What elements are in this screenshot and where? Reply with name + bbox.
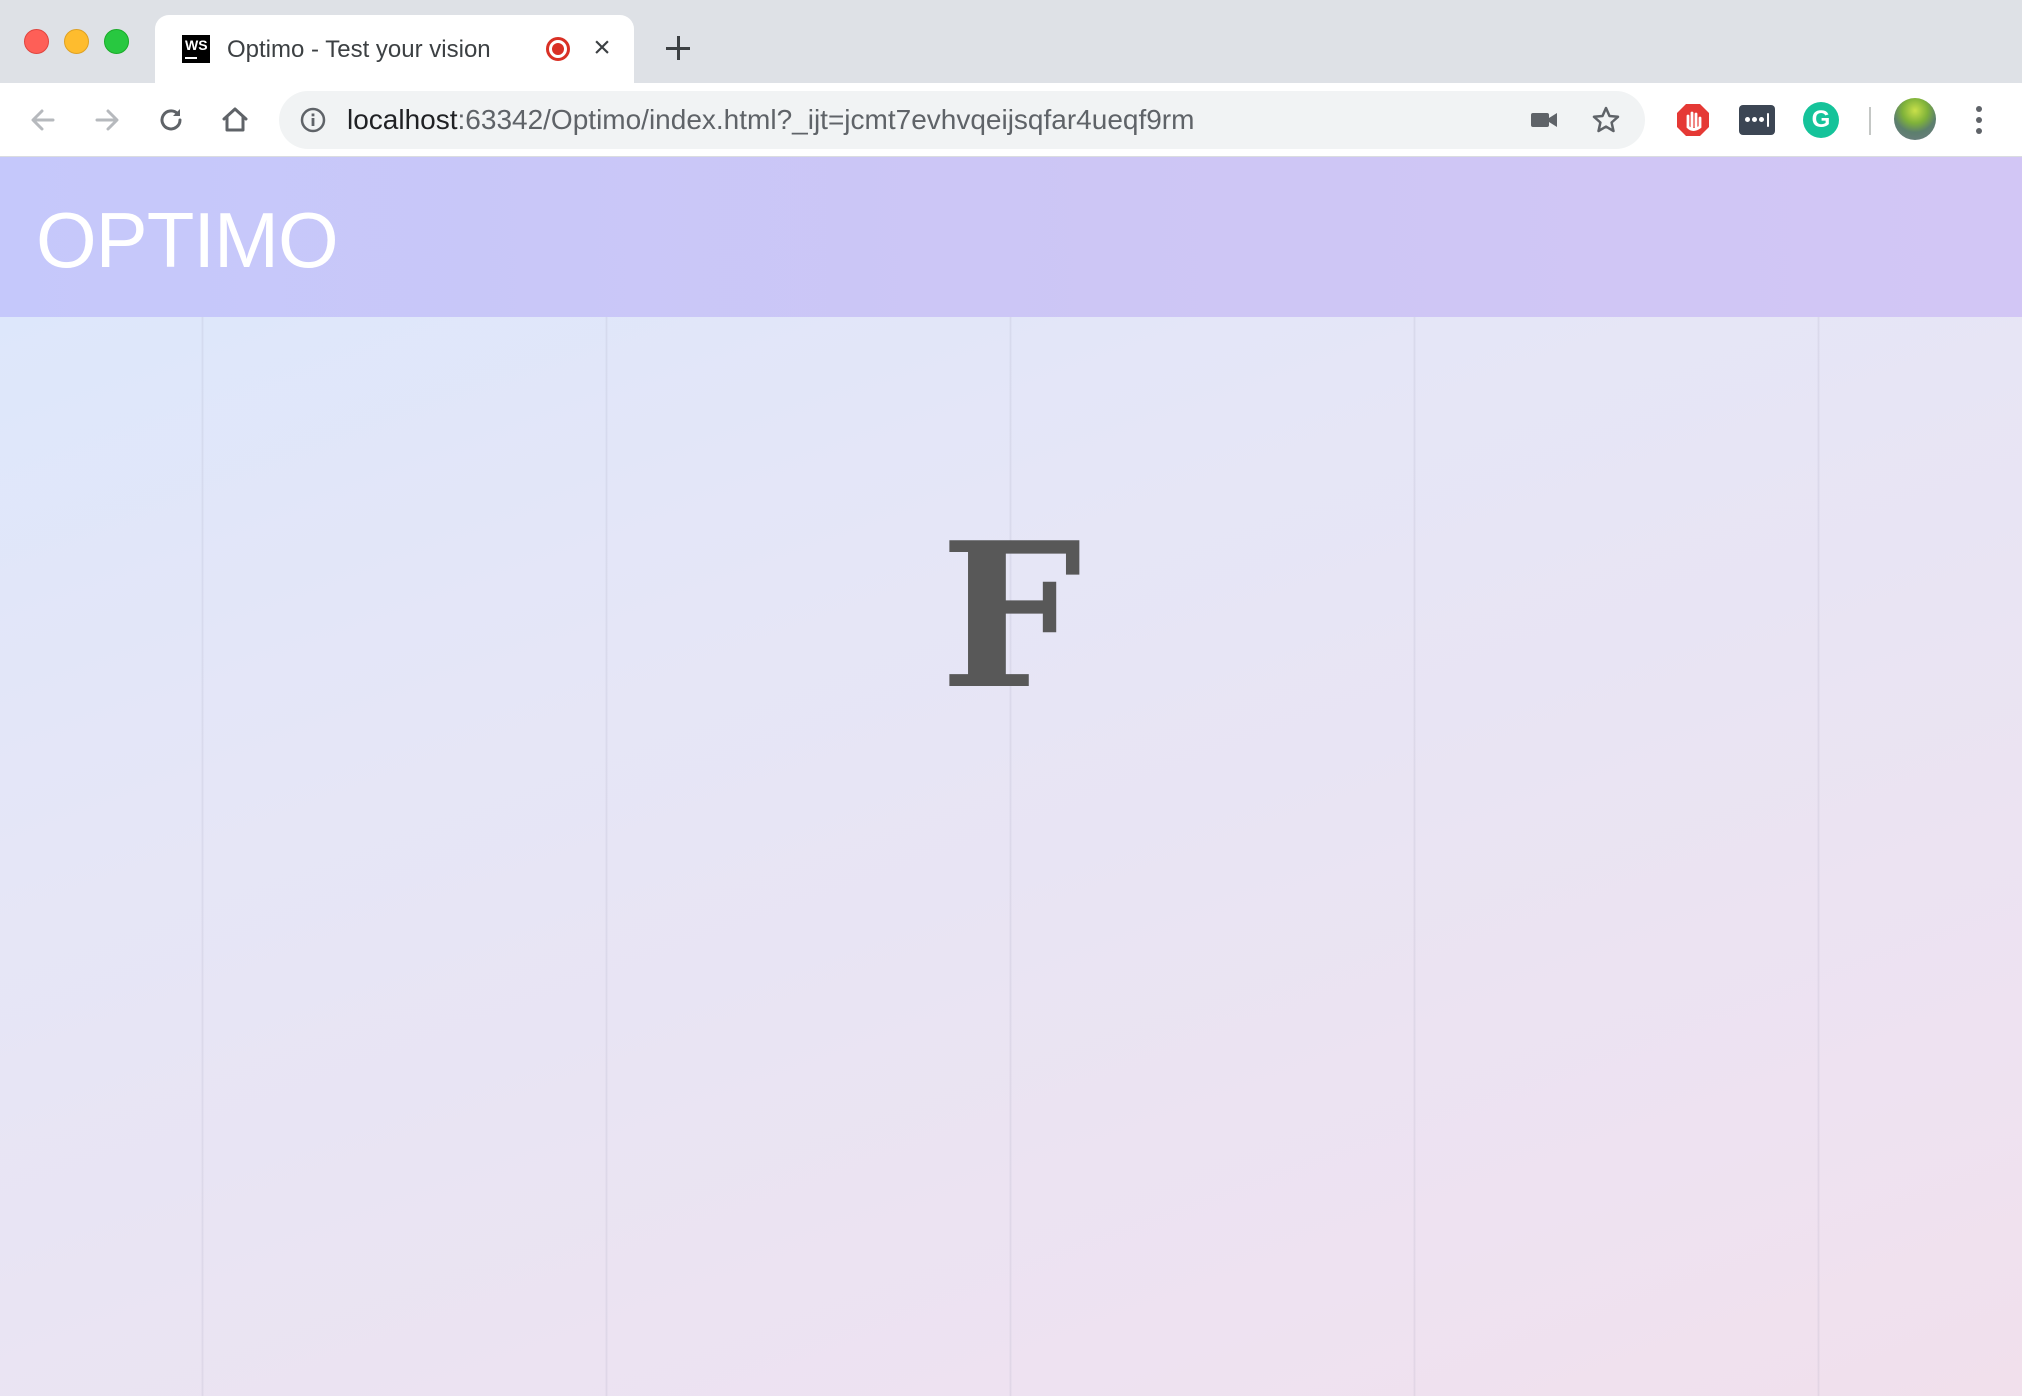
lastpass-dot — [1752, 117, 1757, 122]
grammarly-icon[interactable]: G — [1803, 102, 1839, 138]
record-icon — [546, 37, 570, 61]
menu-dot — [1976, 117, 1982, 123]
lastpass-bar — [1767, 113, 1769, 127]
reload-icon[interactable] — [151, 100, 191, 140]
url-text[interactable]: localhost:63342/Optimo/index.html?_ijt=j… — [347, 104, 1194, 136]
plus-icon[interactable] — [660, 30, 696, 66]
lastpass-dot — [1759, 117, 1764, 122]
site-logo[interactable]: OPTIMO — [36, 197, 339, 283]
url-host: localhost — [347, 104, 458, 135]
column-divider — [1817, 317, 1820, 1396]
tab-title: Optimo - Test your vision — [227, 36, 491, 63]
back-arrow-icon[interactable] — [23, 100, 63, 140]
url-path: :63342/Optimo/index.html?_ijt=jcmt7evhvq… — [457, 104, 1195, 135]
browser-toolbar: localhost:63342/Optimo/index.html?_ijt=j… — [0, 83, 2022, 157]
lastpass-icon[interactable] — [1739, 105, 1775, 135]
star-icon[interactable] — [1591, 105, 1621, 135]
kebab-menu-icon[interactable] — [1964, 102, 1994, 138]
menu-dot — [1976, 106, 1982, 112]
menu-dot — [1976, 128, 1982, 134]
site-header: OPTIMO — [0, 157, 2022, 317]
grammarly-letter: G — [1811, 106, 1831, 133]
home-icon[interactable] — [215, 100, 255, 140]
column-divider — [1009, 317, 1012, 1396]
tab-strip: WS Optimo - Test your vision × — [0, 0, 2022, 83]
column-divider — [605, 317, 608, 1396]
toolbar-divider — [1869, 107, 1871, 135]
maximize-window-button[interactable] — [104, 29, 129, 54]
forward-arrow-icon[interactable] — [87, 100, 127, 140]
close-window-button[interactable] — [24, 29, 49, 54]
page-viewport: OPTIMO F — [0, 157, 2022, 1396]
optotype-letter: F — [940, 499, 1082, 734]
camera-icon[interactable] — [1529, 107, 1559, 133]
column-divider — [1413, 317, 1416, 1396]
vision-test-area: F — [0, 317, 2022, 1396]
browser-window: WS Optimo - Test your vision × localhost… — [0, 0, 2022, 1396]
avatar[interactable] — [1894, 98, 1936, 140]
info-icon[interactable] — [299, 106, 327, 134]
close-icon[interactable]: × — [587, 33, 617, 63]
minimize-window-button[interactable] — [64, 29, 89, 54]
address-bar[interactable]: localhost:63342/Optimo/index.html?_ijt=j… — [279, 91, 1645, 149]
column-divider — [201, 317, 204, 1396]
browser-tab[interactable]: WS Optimo - Test your vision × — [155, 15, 634, 83]
adblock-icon[interactable] — [1675, 102, 1711, 138]
lastpass-dot — [1745, 117, 1750, 122]
webstorm-favicon-icon: WS — [182, 35, 210, 63]
